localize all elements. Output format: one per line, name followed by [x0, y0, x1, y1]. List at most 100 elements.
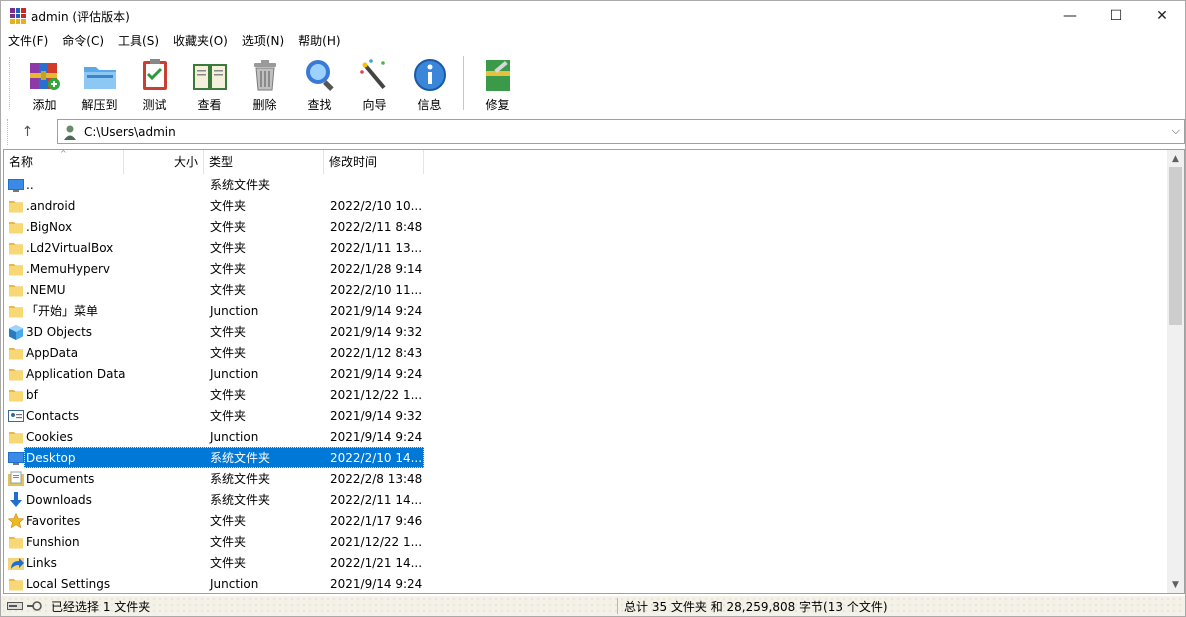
wizard-button[interactable]: 向导	[347, 53, 402, 113]
table-row[interactable]: AppData 文件夹 2022/1/12 8:43	[4, 342, 1168, 363]
menu-options[interactable]: 选项(N)	[235, 31, 291, 51]
address-bar[interactable]: C:\Users\admin ⌵	[57, 119, 1185, 144]
table-row-selected[interactable]: Desktop 系统文件夹 2022/2/10 14...	[4, 447, 1168, 468]
sort-ascending-icon: ^	[60, 149, 67, 158]
up-folder-button[interactable]: ↑	[7, 119, 47, 145]
test-button[interactable]: 测试	[127, 53, 182, 113]
cell-name: AppData	[4, 345, 204, 361]
parent-folder-icon	[8, 178, 24, 192]
cell-name: .MemuHyperv	[4, 261, 204, 277]
folder-icon	[9, 347, 23, 359]
table-row[interactable]: Local Settings Junction 2021/9/14 9:24	[4, 573, 1168, 593]
column-header: 名称 ^ 大小 类型 修改时间	[4, 150, 1168, 174]
repair-label: 修复	[485, 98, 510, 112]
column-size[interactable]: 大小	[124, 150, 204, 174]
cell-type: 文件夹	[210, 535, 247, 549]
drive-icon[interactable]	[7, 601, 23, 611]
table-row[interactable]: bf 文件夹 2021/12/22 1...	[4, 384, 1168, 405]
add-label: 添加	[32, 98, 57, 112]
address-row: ↑ C:\Users\admin ⌵	[1, 118, 1185, 146]
cell-type: Junction	[210, 429, 259, 444]
table-row[interactable]: Favorites 文件夹 2022/1/17 9:46	[4, 510, 1168, 531]
table-row[interactable]: .MemuHyperv 文件夹 2022/1/28 9:14	[4, 258, 1168, 279]
folder-icon	[9, 263, 23, 275]
table-row[interactable]: Downloads 系统文件夹 2022/2/11 14...	[4, 489, 1168, 510]
maximize-button[interactable]: ☐	[1093, 1, 1139, 31]
table-row[interactable]: Application Data Junction 2021/9/14 9:24	[4, 363, 1168, 384]
table-row[interactable]: Cookies Junction 2021/9/14 9:24	[4, 426, 1168, 447]
minimize-icon: —	[1063, 8, 1077, 24]
cell-modified: 2022/2/11 14...	[330, 492, 423, 507]
cell-name: Funshion	[4, 534, 204, 550]
file-name: Local Settings	[26, 576, 111, 591]
minimize-button[interactable]: —	[1047, 1, 1093, 31]
cell-name: Desktop	[4, 450, 204, 466]
key-icon[interactable]	[26, 600, 42, 612]
wizard-icon	[359, 59, 386, 90]
table-row[interactable]: 3D Objects 文件夹 2021/9/14 9:32	[4, 321, 1168, 342]
cell-modified: 2021/9/14 9:32	[330, 324, 423, 339]
scroll-thumb[interactable]	[1169, 167, 1182, 325]
table-row[interactable]: Links 文件夹 2022/1/21 14...	[4, 552, 1168, 573]
table-row[interactable]: Documents 系统文件夹 2022/2/8 13:48	[4, 468, 1168, 489]
repair-button[interactable]: 修复	[470, 53, 525, 113]
status-bar: 已经选择 1 文件夹 总计 35 文件夹 和 28,259,808 字节(13 …	[1, 596, 1185, 616]
menu-favorites[interactable]: 收藏夹(O)	[166, 31, 235, 51]
cell-type: 文件夹	[210, 241, 247, 255]
table-row[interactable]: .android 文件夹 2022/2/10 10...	[4, 195, 1168, 216]
cell-type: 文件夹	[210, 388, 247, 402]
cell-name: Contacts	[4, 408, 204, 424]
column-size-label: 大小	[173, 155, 198, 169]
cell-name: .BigNox	[4, 219, 204, 235]
table-row[interactable]: .. 系统文件夹	[4, 174, 1168, 195]
cell-type: 文件夹	[210, 199, 247, 213]
vertical-scrollbar[interactable]: ▲ ▼	[1167, 150, 1184, 593]
menu-tools[interactable]: 工具(S)	[111, 31, 166, 51]
extract-to-button[interactable]: 解压到	[72, 53, 127, 113]
view-button[interactable]: 查看	[182, 53, 237, 113]
title-bar: admin (评估版本) — ☐ ✕	[1, 1, 1185, 31]
info-button[interactable]: 信息	[402, 53, 457, 113]
wizard-label: 向导	[362, 98, 387, 112]
cell-name: ..	[4, 177, 204, 193]
table-row[interactable]: 「开始」菜单 Junction 2021/9/14 9:24	[4, 300, 1168, 321]
scroll-down-button[interactable]: ▼	[1167, 576, 1184, 593]
address-dropdown-icon[interactable]: ⌵	[1172, 124, 1180, 138]
cell-type: Junction	[210, 366, 259, 381]
cell-type: 文件夹	[210, 283, 247, 297]
table-row[interactable]: Contacts 文件夹 2021/9/14 9:32	[4, 405, 1168, 426]
menu-file[interactable]: 文件(F)	[1, 31, 55, 51]
file-name: Links	[26, 555, 57, 570]
table-row[interactable]: Funshion 文件夹 2021/12/22 1...	[4, 531, 1168, 552]
folder-icon	[9, 200, 23, 212]
cell-name: Documents	[4, 471, 204, 487]
menu-help[interactable]: 帮助(H)	[291, 31, 347, 51]
close-button[interactable]: ✕	[1139, 1, 1185, 31]
winrar-app-icon[interactable]	[10, 8, 26, 24]
cell-name: Application Data	[4, 366, 204, 382]
cell-modified: 2021/9/14 9:32	[330, 408, 423, 423]
scroll-down-icon: ▼	[1172, 579, 1179, 590]
column-type[interactable]: 类型	[204, 150, 324, 174]
add-button[interactable]: 添加	[17, 53, 72, 113]
file-list[interactable]: 名称 ^ 大小 类型 修改时间 .. 系统文件夹 .android 文件夹 2022/2…	[3, 149, 1185, 594]
cell-type: 文件夹	[210, 514, 247, 528]
table-row[interactable]: .NEMU 文件夹 2022/2/10 11...	[4, 279, 1168, 300]
column-modified-label: 修改时间	[329, 155, 378, 169]
scroll-up-button[interactable]: ▲	[1167, 150, 1184, 167]
cell-type: Junction	[210, 303, 259, 318]
cell-modified: 2022/1/28 9:14	[330, 261, 423, 276]
table-row[interactable]: .BigNox 文件夹 2022/2/11 8:48	[4, 216, 1168, 237]
cell-modified: 2022/1/11 13...	[330, 240, 423, 255]
column-name[interactable]: 名称 ^	[4, 150, 124, 174]
toolbar-grip[interactable]	[9, 57, 13, 109]
info-label: 信息	[417, 98, 442, 112]
delete-button[interactable]: 删除	[237, 53, 292, 113]
table-row[interactable]: .Ld2VirtualBox 文件夹 2022/1/11 13...	[4, 237, 1168, 258]
delete-icon	[253, 60, 276, 91]
menu-bar: 文件(F) 命令(C) 工具(S) 收藏夹(O) 选项(N) 帮助(H)	[1, 31, 1185, 51]
menu-commands[interactable]: 命令(C)	[55, 31, 111, 51]
column-modified[interactable]: 修改时间	[324, 150, 424, 174]
find-button[interactable]: 查找	[292, 53, 347, 113]
scroll-up-icon: ▲	[1172, 153, 1179, 164]
